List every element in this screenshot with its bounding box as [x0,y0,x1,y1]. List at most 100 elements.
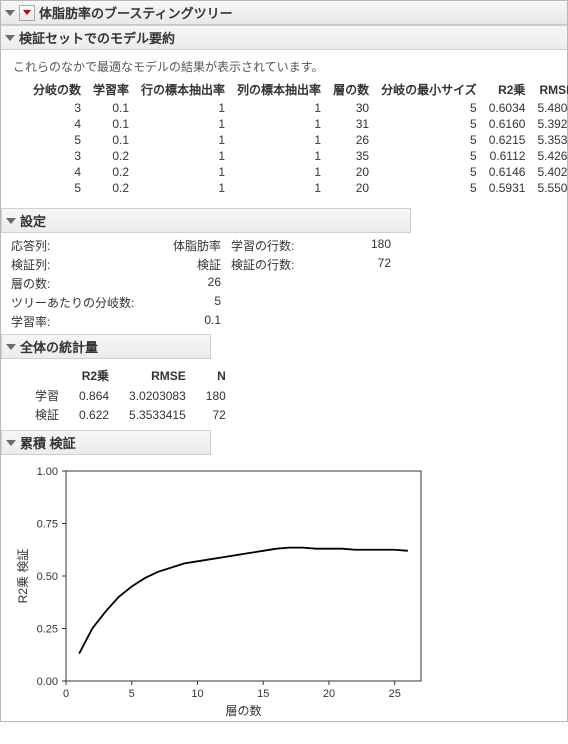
overall-table: R2乗 RMSE N 学習0.8643.0203083180検証0.6225.3… [25,365,236,424]
val-valid-rows: 72 [331,256,391,273]
lbl-valid-rows: 検証の行数: [231,256,321,273]
table-row[interactable]: 30.1113050.60345.4804 [27,100,568,116]
row-label: 検証 [25,405,69,424]
overall-header[interactable]: 全体の統計量 [1,334,211,359]
table-row[interactable]: 40.1113150.61605.3920 [27,116,568,132]
summary-table-header: 分岐の数 学習率 行の標本抽出率 列の標本抽出率 層の数 分岐の最小サイズ R2… [27,79,568,100]
cum-header[interactable]: 累積 検証 [1,430,211,455]
cell-n: 180 [196,386,236,405]
cell-colsamp: 1 [231,180,327,196]
cell-rowsamp: 1 [135,164,231,180]
cell-rmse: 5.5508 [531,180,568,196]
cell-minsplit: 5 [375,116,483,132]
menu-button[interactable] [19,5,35,21]
cell-lr: 0.1 [87,100,135,116]
cum-title: 累積 検証 [20,433,76,452]
cell-rmse: 5.4023 [531,164,568,180]
main-header[interactable]: 体脂肪率のブースティングツリー [1,1,567,25]
col-n: N [196,365,236,386]
col-layers: 層の数 [327,79,375,100]
col-rmse: RMSE [531,79,568,100]
y-tick-label: 0.00 [37,676,58,688]
val-splits-per-tree: 5 [151,294,221,311]
cell-r2: 0.6112 [483,148,532,164]
lbl-response: 応答列: [11,237,141,254]
table-row[interactable]: 検証0.6225.353341572 [25,405,236,424]
row-label: 学習 [25,386,69,405]
table-row[interactable]: 40.2112050.61465.4023 [27,164,568,180]
plot-frame [66,471,421,681]
cell-r2: 0.864 [69,386,119,405]
cell-colsamp: 1 [231,100,327,116]
cell-r2: 0.6034 [483,100,532,116]
table-row[interactable]: 50.1112650.62155.3533 [27,132,568,148]
cell-rmse: 3.0203083 [119,386,196,405]
val-train-rows: 180 [331,237,391,254]
cell-r2: 0.6160 [483,116,532,132]
y-tick-label: 0.75 [37,519,58,531]
col-r2: R2乗 [69,365,119,386]
summary-header[interactable]: 検証セットでのモデル要約 [1,25,567,50]
cell-rmse: 5.3533 [531,132,568,148]
cell-lr: 0.2 [87,148,135,164]
summary-note: これらのなかで最適なモデルの結果が表示されています。 [13,58,559,75]
cell-minsplit: 5 [375,148,483,164]
lbl-lr: 学習率: [11,313,141,330]
val-response: 体脂肪率 [151,237,221,254]
settings-grid: 応答列: 体脂肪率 学習の行数: 180 検証列: 検証 検証の行数: 72 層… [11,237,567,330]
cell-colsamp: 1 [231,164,327,180]
cell-layers: 20 [327,180,375,196]
cell-minsplit: 5 [375,164,483,180]
table-row[interactable]: 30.2113550.61125.4260 [27,148,568,164]
settings-title: 設定 [20,211,46,230]
x-axis-title: 層の数 [225,703,261,718]
cell-rowsamp: 1 [135,148,231,164]
lbl-train-rows: 学習の行数: [231,237,321,254]
table-row[interactable]: 学習0.8643.0203083180 [25,386,236,405]
overall-title: 全体の統計量 [20,337,98,356]
cell-colsamp: 1 [231,132,327,148]
cell-splits: 3 [27,100,87,116]
col-rmse: RMSE [119,365,196,386]
cell-rmse: 5.4804 [531,100,568,116]
summary-content: これらのなかで最適なモデルの結果が表示されています。 分岐の数 学習率 行の標本… [1,50,567,204]
col-minsplit: 分岐の最小サイズ [375,79,483,100]
x-tick-label: 25 [389,688,401,700]
cell-rowsamp: 1 [135,180,231,196]
cell-splits: 3 [27,148,87,164]
cell-r2: 0.6215 [483,132,532,148]
chevron-down-icon [6,344,16,350]
y-tick-label: 0.25 [37,624,58,636]
chevron-down-icon [6,218,16,224]
col-splits: 分岐の数 [27,79,87,100]
cell-minsplit: 5 [375,132,483,148]
cell-r2: 0.6146 [483,164,532,180]
chevron-down-icon [6,440,16,446]
cell-layers: 30 [327,100,375,116]
lbl-validation: 検証列: [11,256,141,273]
chevron-down-icon [5,10,15,16]
val-lr: 0.1 [151,313,221,330]
cell-lr: 0.2 [87,164,135,180]
col-rowsamp: 行の標本抽出率 [135,79,231,100]
cell-splits: 4 [27,116,87,132]
cell-lr: 0.2 [87,180,135,196]
val-validation: 検証 [151,256,221,273]
settings-header[interactable]: 設定 [1,208,411,233]
summary-table: 分岐の数 学習率 行の標本抽出率 列の標本抽出率 層の数 分岐の最小サイズ R2… [27,79,568,196]
cell-lr: 0.1 [87,132,135,148]
data-line [79,548,408,654]
lbl-splits-per-tree: ツリーあたりの分岐数: [11,294,141,311]
table-row[interactable]: 50.2112050.59315.5508 [27,180,568,196]
line-chart: 0.000.250.500.751.000510152025層の数R2乗 検証 [11,461,431,721]
cell-rowsamp: 1 [135,116,231,132]
y-axis-title: R2乗 検証 [16,549,30,604]
cell-splits: 5 [27,132,87,148]
cell-rowsamp: 1 [135,132,231,148]
cell-rmse: 5.3533415 [119,405,196,424]
col-r2: R2乗 [483,79,532,100]
x-tick-label: 20 [323,688,335,700]
cell-layers: 35 [327,148,375,164]
col-lr: 学習率 [87,79,135,100]
y-tick-label: 1.00 [37,466,58,478]
